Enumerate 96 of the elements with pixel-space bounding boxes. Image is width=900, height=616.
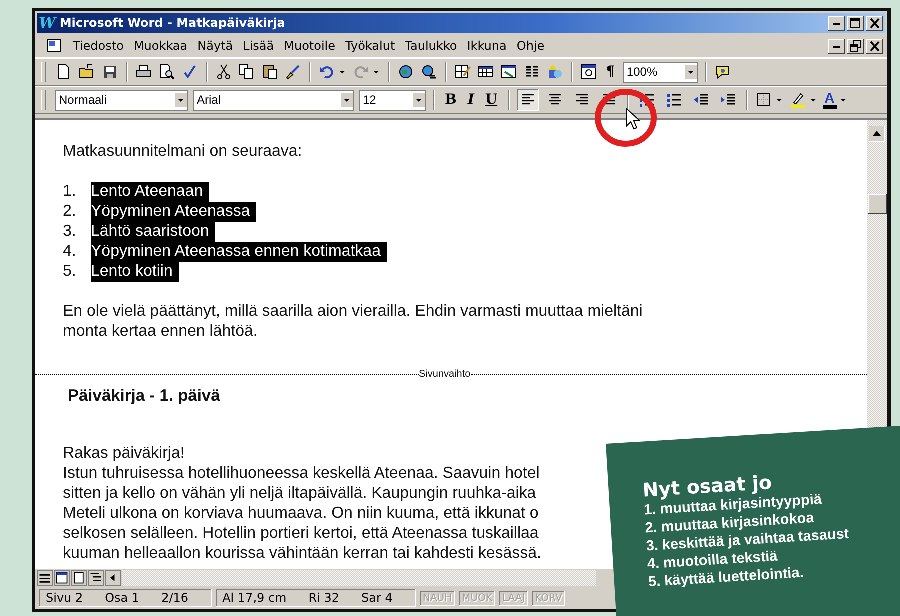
maximize-icon xyxy=(850,18,861,28)
underline-button[interactable]: U xyxy=(482,92,501,108)
menu-item[interactable]: Ikkuna xyxy=(467,39,507,53)
scroll-left-icon[interactable] xyxy=(105,570,121,586)
scroll-up-icon[interactable] xyxy=(869,126,885,142)
list-number: 2. xyxy=(63,202,78,222)
page-break-label: Sivunvaihto xyxy=(419,368,471,380)
pilcrow-button[interactable]: ¶ xyxy=(603,64,618,80)
normal-view-icon[interactable] xyxy=(37,570,53,586)
menu-item[interactable]: Muokkaa xyxy=(134,39,188,53)
document-icon[interactable] xyxy=(47,38,63,54)
document-icon[interactable] xyxy=(56,64,72,80)
minimize-icon xyxy=(832,44,841,48)
document-restore-button[interactable] xyxy=(847,38,864,54)
menu-item[interactable]: Taulukko xyxy=(405,39,458,53)
help-icon[interactable] xyxy=(714,64,731,80)
body-text: Matkasuunnitelmani on seuraava: xyxy=(63,142,302,162)
numbered-list-icon xyxy=(638,92,655,108)
close-icon xyxy=(870,18,880,28)
font-size-dropdown[interactable]: 12 xyxy=(359,90,426,110)
menu-item[interactable]: Ohje xyxy=(516,39,545,53)
body-text: En ole vielä päättänyt, millä saarilla aion vierailla. Ehdin varmasti muuttaa mieltäni xyxy=(63,302,643,322)
font-color-button[interactable]: A xyxy=(822,91,837,109)
list-item-text: Yöpyminen Ateenassa ennen kotimatkaa xyxy=(91,242,387,262)
border-icon[interactable] xyxy=(756,92,772,108)
horizontal-scrollbar[interactable] xyxy=(122,570,596,586)
vertical-scrollbar[interactable] xyxy=(867,120,887,428)
list-number: 4. xyxy=(63,242,78,262)
highlighter-icon[interactable] xyxy=(790,92,806,108)
bold-button[interactable]: B xyxy=(442,92,460,108)
undo-icon[interactable] xyxy=(319,64,335,80)
outline-view-icon[interactable] xyxy=(88,570,104,586)
paintbrush-icon[interactable] xyxy=(285,64,301,80)
minimize-button[interactable] xyxy=(828,16,845,30)
close-icon xyxy=(870,40,880,52)
copy-icon[interactable] xyxy=(239,64,255,80)
status-text: 2/16 xyxy=(162,591,189,605)
list-number: 5. xyxy=(63,262,78,282)
list-item-text: Lento kotiin xyxy=(91,262,179,282)
status-text: Al 17,9 cm xyxy=(222,591,287,605)
align-left-button[interactable] xyxy=(516,89,539,111)
document-minimize-button[interactable] xyxy=(828,38,845,54)
scissors-icon[interactable] xyxy=(216,64,232,80)
close-button[interactable] xyxy=(866,16,883,30)
menu-item[interactable]: Muotoile xyxy=(284,39,336,53)
document-heading: Päiväkirja - 1. päivä xyxy=(68,386,222,406)
list-item-text: Lähtö saaristoon xyxy=(91,222,216,242)
list-item-text: Lento Ateenaan xyxy=(91,182,210,202)
body-text: Rakas päiväkirja! xyxy=(63,444,185,464)
body-text: selkosen selälleen. Hotellin portieri kertoi, että Ateenassa tuskaillaa xyxy=(63,524,539,544)
body-text: kuuman helleaallon kourissa vähintään kerran tai kahdesti kesässä. xyxy=(63,544,542,564)
scroll-thumb[interactable] xyxy=(868,194,886,214)
globe-icon[interactable] xyxy=(398,64,414,80)
menu-item[interactable]: Työkalut xyxy=(346,39,396,53)
style-dropdown[interactable]: Normaali xyxy=(55,90,188,110)
document-close-button[interactable] xyxy=(866,38,883,54)
status-text: Ri 32 xyxy=(308,591,340,605)
document-map-icon[interactable] xyxy=(581,64,597,80)
menu-item[interactable]: Lisää xyxy=(243,39,274,53)
italic-button[interactable]: I xyxy=(464,92,478,108)
table-icon[interactable] xyxy=(478,64,494,80)
bulleted-list-icon xyxy=(666,92,682,108)
body-text: sitten ja kello on vähän yli neljä iltapäivällä. Kaupungin ruuhka-aika xyxy=(63,484,536,504)
restore-icon xyxy=(850,40,862,52)
minimize-icon xyxy=(832,20,841,26)
decrease-indent-icon xyxy=(692,92,709,108)
list-number: 1. xyxy=(63,182,78,202)
list-item-text: Yöpyminen Ateenassa xyxy=(91,202,256,222)
table-pencil-icon[interactable] xyxy=(455,64,471,80)
page-magnifier-icon[interactable] xyxy=(159,64,175,80)
font-dropdown[interactable]: Arial xyxy=(193,90,354,110)
body-text: Meteli ulkona on korviava huumaava. On niin kuuma, että ikkunat o xyxy=(63,504,539,524)
folder-icon[interactable] xyxy=(79,64,95,80)
menu-item[interactable]: Näytä xyxy=(198,39,234,53)
list-number: 3. xyxy=(63,222,78,242)
window-title: Microsoft Word - Matkapäiväkirja xyxy=(60,16,286,30)
status-text: Osa 1 xyxy=(105,591,140,605)
checkmark-icon[interactable] xyxy=(182,64,198,80)
status-text: Sivu 2 xyxy=(46,591,84,605)
body-text: Istun tuhruisessa hotellihuoneessa keskellä Ateenaa. Saavuin hotel xyxy=(63,464,540,484)
spreadsheet-icon[interactable] xyxy=(501,64,517,80)
clipboard-icon[interactable] xyxy=(262,64,278,80)
menu-item[interactable]: Tiedosto xyxy=(73,39,124,53)
increase-indent-icon xyxy=(720,92,736,108)
body-text: monta kertaa ennen lähtöä. xyxy=(63,322,258,342)
web-view-icon[interactable] xyxy=(54,570,70,586)
app-logo: W xyxy=(39,14,56,32)
highlight-circle xyxy=(594,86,658,150)
zoom-dropdown[interactable]: 100% xyxy=(622,62,698,82)
maximize-button[interactable] xyxy=(847,16,864,30)
shapes-icon[interactable] xyxy=(547,64,563,80)
columns-icon[interactable] xyxy=(524,64,540,80)
printer-icon[interactable] xyxy=(136,64,152,80)
layout-view-icon[interactable] xyxy=(71,570,87,586)
globe-link-icon[interactable] xyxy=(421,64,437,80)
status-text: Sar 4 xyxy=(362,591,393,605)
